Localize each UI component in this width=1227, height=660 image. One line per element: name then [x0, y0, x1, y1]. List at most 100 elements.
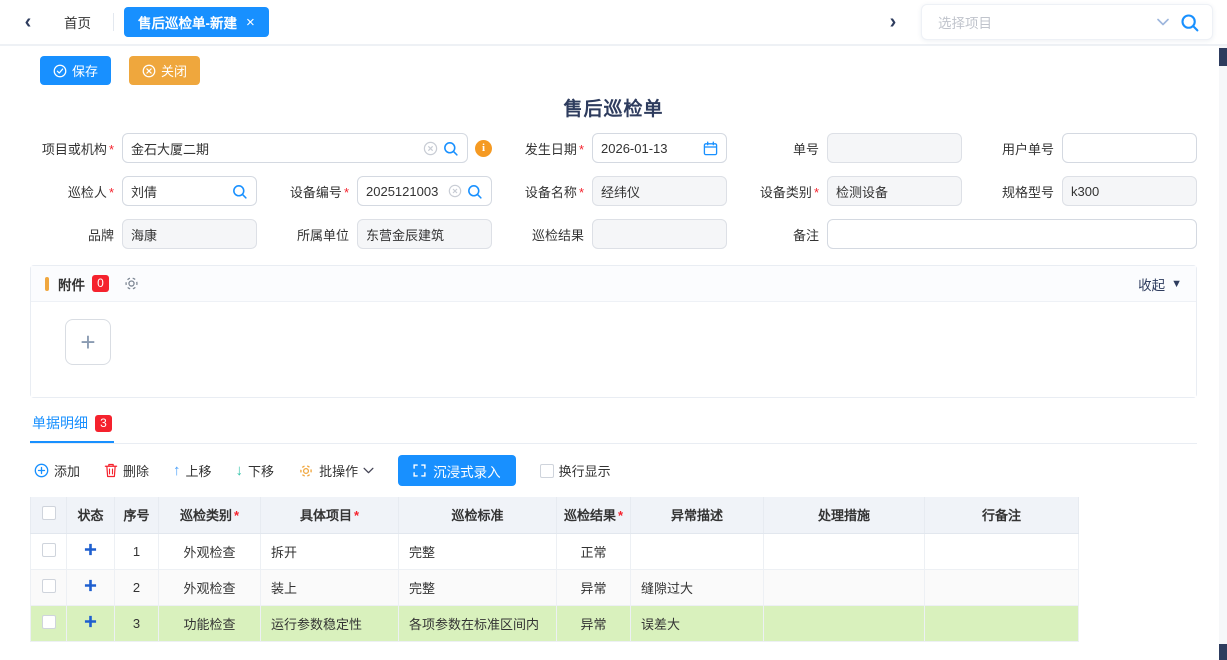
close-button[interactable]: 关闭: [129, 56, 200, 85]
seq-cell[interactable]: 1: [115, 533, 159, 569]
info-icon[interactable]: i: [475, 140, 492, 157]
field-remark: 备注: [735, 219, 1197, 249]
collapse-toggle[interactable]: 收起 ▼: [1138, 274, 1182, 294]
upload-button[interactable]: +: [65, 319, 111, 365]
user-order-no-input[interactable]: [1062, 133, 1197, 163]
abnormal-cell[interactable]: 误差大: [631, 605, 764, 641]
chevron-down-icon[interactable]: [1157, 18, 1169, 26]
add-row-icon[interactable]: [84, 615, 97, 628]
project-select[interactable]: 选择项目: [921, 4, 1213, 40]
device-name-input: [592, 176, 727, 206]
row-select-cell[interactable]: [31, 569, 67, 605]
category-cell[interactable]: 外观检查: [159, 569, 261, 605]
attachments-panel: 附件 0 收起 ▼ +: [30, 265, 1197, 398]
immersive-entry-button[interactable]: 沉浸式录入: [398, 455, 516, 486]
delete-button[interactable]: 删除: [104, 461, 149, 480]
back-chevron-icon[interactable]: ‹: [14, 8, 42, 36]
row-remark-cell[interactable]: [925, 569, 1079, 605]
col-abnormal: 异常描述: [631, 497, 764, 533]
scrollbar-track[interactable]: [1219, 46, 1227, 660]
date-input-field[interactable]: [601, 141, 699, 156]
inspector-input-field[interactable]: [131, 184, 227, 199]
tab-active-inspection-form[interactable]: 售后巡检单-新建 ×: [124, 7, 269, 37]
row-checkbox[interactable]: [42, 579, 56, 593]
item-cell[interactable]: 运行参数稳定性: [261, 605, 399, 641]
scrollbar-bottom-thumb[interactable]: [1219, 644, 1227, 660]
action-bar: 保存 关闭: [0, 46, 1227, 85]
category-cell[interactable]: 外观检查: [159, 533, 261, 569]
search-icon[interactable]: [1179, 12, 1200, 33]
table-row[interactable]: 1外观检查拆开完整正常: [31, 533, 1079, 569]
add-row-icon[interactable]: [84, 543, 97, 556]
row-remark-cell[interactable]: [925, 533, 1079, 569]
top-tab-bar: ‹ 首页 售后巡检单-新建 × › 选择项目: [0, 0, 1227, 46]
row-select-cell[interactable]: [31, 533, 67, 569]
clear-icon[interactable]: [423, 141, 438, 156]
gear-icon[interactable]: [123, 275, 140, 292]
search-icon[interactable]: [231, 183, 248, 200]
row-checkbox[interactable]: [42, 615, 56, 629]
move-down-button[interactable]: ↓ 下移: [236, 461, 275, 480]
treatment-cell[interactable]: [764, 533, 925, 569]
seq-cell[interactable]: 2: [115, 569, 159, 605]
row-status-cell[interactable]: [67, 605, 115, 641]
col-seq: 序号: [115, 497, 159, 533]
wrap-display-checkbox[interactable]: [540, 464, 554, 478]
add-row-icon[interactable]: [84, 579, 97, 592]
abnormal-cell[interactable]: 缝隙过大: [631, 569, 764, 605]
standard-cell[interactable]: 完整: [399, 569, 557, 605]
clear-icon[interactable]: [448, 184, 462, 198]
forward-chevron-icon[interactable]: ›: [879, 8, 907, 36]
result-cell[interactable]: 异常: [557, 569, 631, 605]
table-row[interactable]: 2外观检查装上完整异常缝隙过大: [31, 569, 1079, 605]
result-cell[interactable]: 正常: [557, 533, 631, 569]
tab-home[interactable]: 首页: [42, 12, 113, 32]
row-status-cell[interactable]: [67, 533, 115, 569]
row-remark-cell[interactable]: [925, 605, 1079, 641]
abnormal-cell[interactable]: [631, 533, 764, 569]
wrap-display-toggle[interactable]: 换行显示: [540, 461, 611, 480]
scrollbar-thumb[interactable]: [1219, 48, 1227, 66]
remark-input[interactable]: [827, 219, 1197, 249]
triangle-down-icon: ▼: [1171, 278, 1182, 290]
date-input[interactable]: [592, 133, 727, 163]
result-cell[interactable]: 异常: [557, 605, 631, 641]
treatment-cell[interactable]: [764, 605, 925, 641]
standard-cell[interactable]: 完整: [399, 533, 557, 569]
device-name-label: 设备名称*: [500, 182, 584, 201]
standard-cell[interactable]: 各项参数在标准区间内: [399, 605, 557, 641]
treatment-cell[interactable]: [764, 569, 925, 605]
project-input[interactable]: [122, 133, 468, 163]
table-row[interactable]: 3功能检查运行参数稳定性各项参数在标准区间内异常误差大: [31, 605, 1079, 641]
search-icon[interactable]: [442, 140, 459, 157]
table-header-row: 状态 序号 巡检类别* 具体项目* 巡检标准 巡检结果* 异常描述 处理措施 行…: [31, 497, 1079, 533]
inspector-input[interactable]: [122, 176, 257, 206]
batch-operations-button[interactable]: 批操作: [298, 461, 374, 480]
project-input-field[interactable]: [131, 141, 419, 156]
add-button[interactable]: 添加: [34, 461, 80, 480]
remark-input-field[interactable]: [836, 227, 1188, 242]
brand-label: 品牌: [30, 225, 114, 244]
select-all-checkbox[interactable]: [42, 506, 56, 520]
device-no-input[interactable]: [357, 176, 492, 206]
save-button[interactable]: 保存: [40, 56, 111, 85]
row-checkbox[interactable]: [42, 543, 56, 557]
device-category-label: 设备类别*: [735, 182, 819, 201]
tab-detail[interactable]: 单据明细 3: [30, 413, 114, 443]
calendar-icon[interactable]: [703, 141, 718, 156]
detail-table-body: 1外观检查拆开完整正常2外观检查装上完整异常缝隙过大3功能检查运行参数稳定性各项…: [31, 533, 1079, 641]
item-cell[interactable]: 装上: [261, 569, 399, 605]
item-cell[interactable]: 拆开: [261, 533, 399, 569]
category-cell[interactable]: 功能检查: [159, 605, 261, 641]
tab-close-icon[interactable]: ×: [246, 14, 255, 31]
device-category-input: [827, 176, 962, 206]
device-no-input-field[interactable]: [366, 184, 444, 199]
move-up-button[interactable]: ↑ 上移: [173, 461, 212, 480]
seq-cell[interactable]: 3: [115, 605, 159, 641]
row-status-cell[interactable]: [67, 569, 115, 605]
search-icon[interactable]: [466, 183, 483, 200]
field-inspect-result: 巡检结果: [500, 219, 727, 249]
row-select-cell[interactable]: [31, 605, 67, 641]
user-order-no-input-field[interactable]: [1071, 141, 1188, 156]
field-user-order-no: 用户单号: [970, 133, 1197, 163]
